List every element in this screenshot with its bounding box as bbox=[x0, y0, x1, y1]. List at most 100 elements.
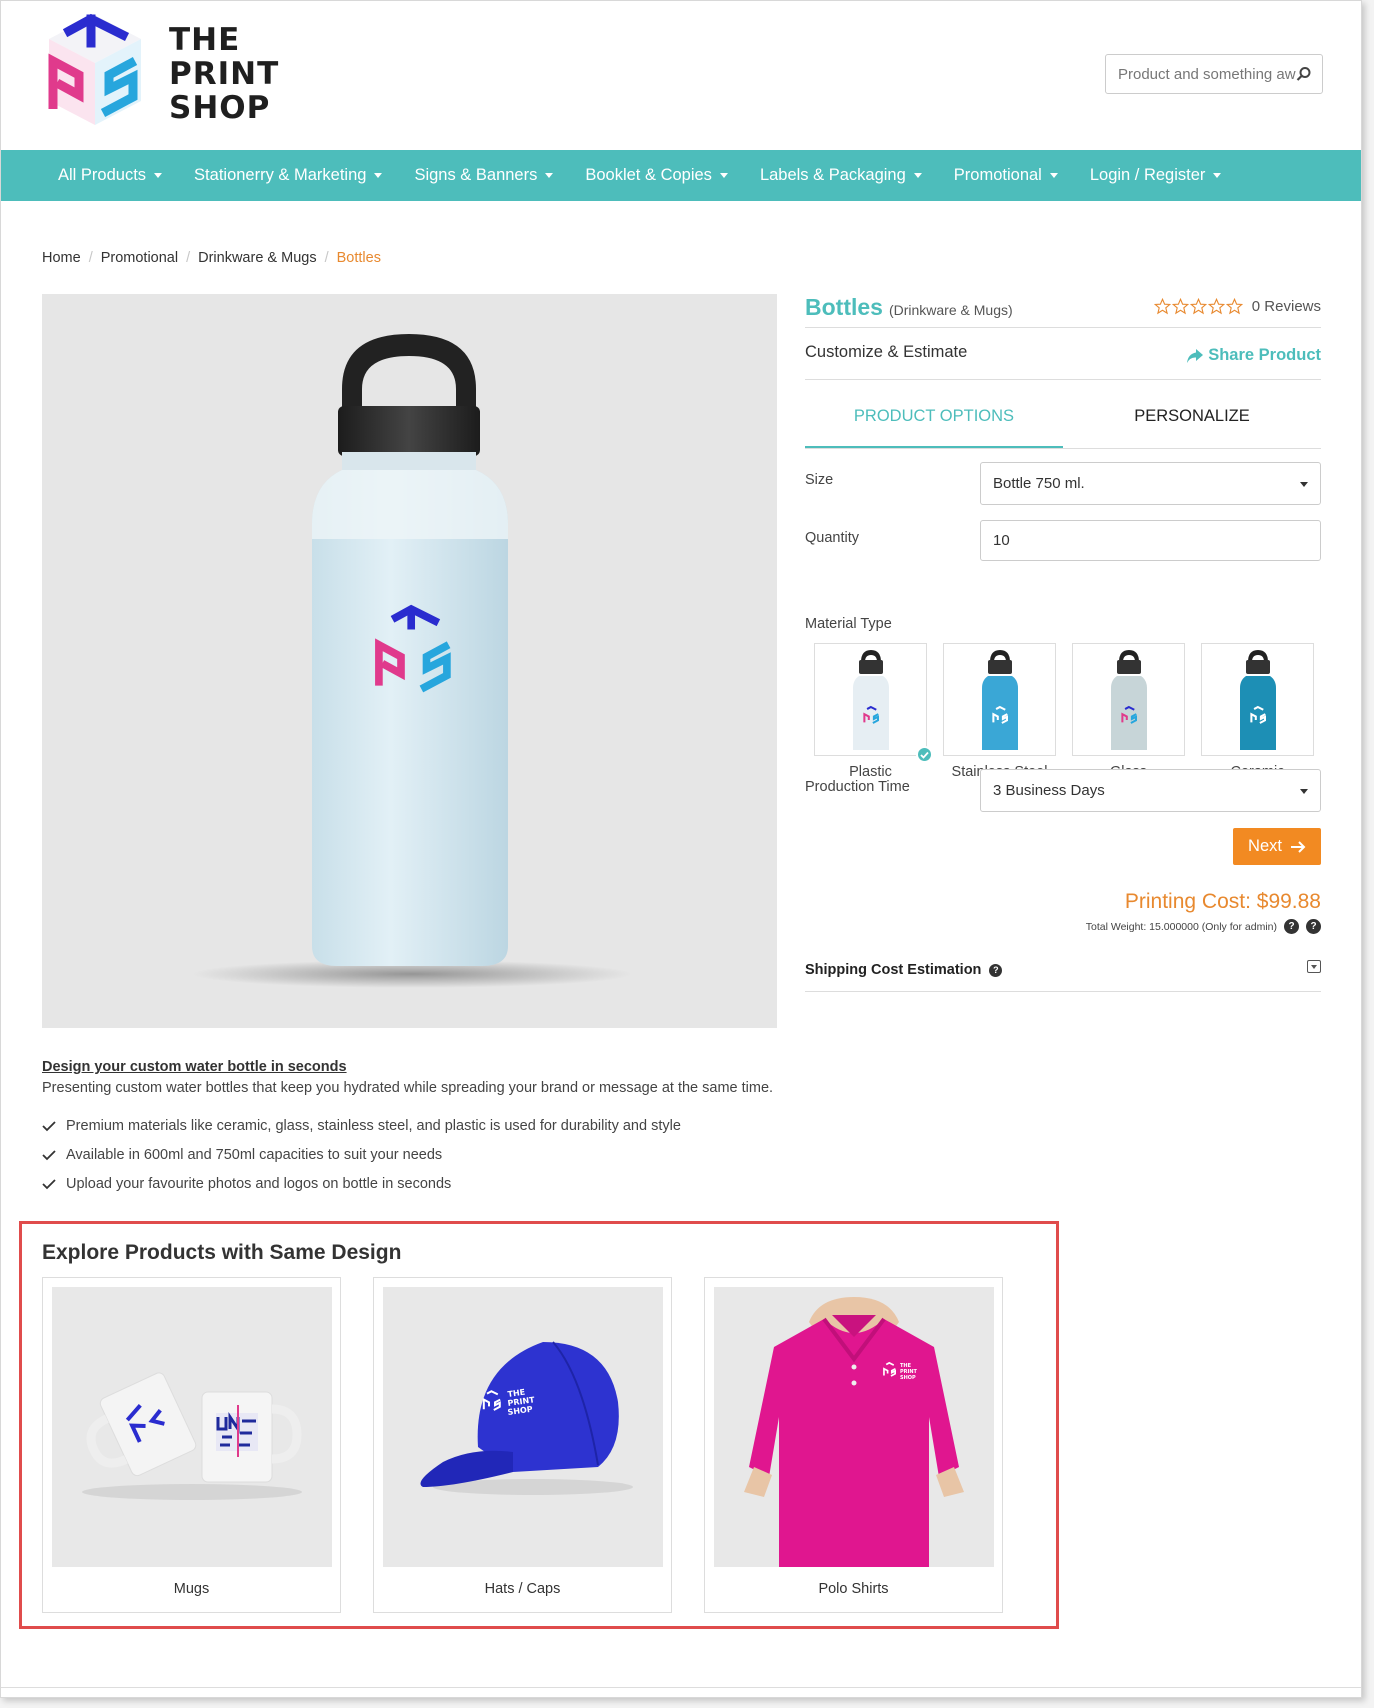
logo-line-2: PRINT bbox=[169, 56, 280, 92]
footer-divider bbox=[1, 1687, 1361, 1688]
arrow-right-icon bbox=[1290, 840, 1306, 853]
product-card-polo-shirts[interactable]: THE PRINT SHOP Polo Shirts bbox=[704, 1277, 1003, 1613]
material-option-glass[interactable]: Glass bbox=[1072, 643, 1185, 780]
production-time-row: Production Time 3 Business Days bbox=[805, 769, 1321, 827]
nav-label: Labels & Packaging bbox=[759, 166, 906, 184]
nav-label: All Products bbox=[58, 166, 147, 184]
rating[interactable]: 0 Reviews bbox=[1153, 298, 1321, 315]
breadcrumb-current: Bottles bbox=[336, 250, 381, 266]
next-button[interactable]: Next bbox=[1233, 828, 1321, 865]
star-icon bbox=[1225, 298, 1243, 315]
breadcrumb: Home / Promotional / Drinkware & Mugs / … bbox=[42, 250, 381, 266]
search-icon[interactable] bbox=[1296, 66, 1312, 82]
search-input[interactable]: Product and something awesome bbox=[1105, 54, 1323, 94]
chevron-down-icon bbox=[1300, 482, 1308, 487]
breadcrumb-separator: / bbox=[186, 250, 191, 266]
material-type-section: Material Type Plastic bbox=[805, 616, 1321, 780]
size-label: Size bbox=[805, 472, 834, 488]
material-thumb bbox=[814, 643, 933, 763]
breadcrumb-drinkware[interactable]: Drinkware & Mugs bbox=[198, 250, 316, 266]
star-icon bbox=[1189, 298, 1207, 315]
plastic-bottle-icon bbox=[852, 649, 889, 750]
production-time-select[interactable]: 3 Business Days bbox=[980, 769, 1321, 812]
search-placeholder: Product and something awesome bbox=[1118, 65, 1296, 83]
explore-products: Mugs THE PRINT SHOP Hats / Caps THE PRIN… bbox=[42, 1277, 1035, 1613]
shipping-estimation-row[interactable]: Shipping Cost Estimation ? bbox=[805, 956, 1321, 992]
material-thumb bbox=[1201, 643, 1314, 756]
hat-image: THE PRINT SHOP bbox=[383, 1287, 663, 1567]
size-select[interactable]: Bottle 750 ml. bbox=[980, 462, 1321, 505]
nav-label: Stationerry & Marketing bbox=[194, 166, 367, 184]
help-icon[interactable]: ? bbox=[989, 963, 1003, 977]
next-label: Next bbox=[1248, 837, 1282, 855]
logo-icon[interactable] bbox=[39, 13, 151, 135]
customize-label: Customize & Estimate bbox=[805, 343, 968, 361]
nav-booklet-copies[interactable]: Booklet & Copies bbox=[585, 166, 728, 185]
tab-product-options[interactable]: PRODUCT OPTIONS bbox=[805, 393, 1063, 448]
feature-item: Available in 600ml and 750ml capacities … bbox=[42, 1140, 777, 1169]
nav-login-register[interactable]: Login / Register bbox=[1090, 166, 1222, 185]
chevron-down-icon bbox=[1213, 173, 1222, 178]
feature-item: Premium materials like ceramic, glass, s… bbox=[42, 1111, 777, 1140]
nav-label: Promotional bbox=[953, 166, 1042, 184]
selected-check-icon bbox=[916, 746, 933, 763]
breadcrumb-separator: / bbox=[88, 250, 93, 266]
material-option-ceramic[interactable]: Ceramic bbox=[1201, 643, 1314, 780]
product-card-mugs[interactable]: Mugs bbox=[42, 1277, 341, 1613]
option-tabs: PRODUCT OPTIONS PERSONALIZE bbox=[805, 393, 1321, 449]
feature-text: Premium materials like ceramic, glass, s… bbox=[66, 1117, 681, 1134]
nav-promotional[interactable]: Promotional bbox=[954, 166, 1058, 185]
feature-text: Upload your favourite photos and logos o… bbox=[66, 1175, 452, 1192]
chevron-down-icon bbox=[1300, 789, 1308, 794]
glass-bottle-icon bbox=[1110, 649, 1147, 750]
quantity-label: Quantity bbox=[805, 530, 859, 546]
production-time-label: Production Time bbox=[805, 779, 910, 795]
nav-stationery-marketing[interactable]: Stationerry & Marketing bbox=[194, 166, 383, 185]
nav-all-products[interactable]: All Products bbox=[58, 166, 163, 185]
steel-bottle-icon bbox=[981, 649, 1018, 750]
star-icon bbox=[1153, 298, 1171, 315]
product-category: (Drinkware & Mugs) bbox=[888, 302, 1013, 318]
nav-labels-packaging[interactable]: Labels & Packaging bbox=[760, 166, 922, 185]
product-title: Bottles bbox=[805, 294, 883, 320]
expand-toggle-icon[interactable] bbox=[1307, 960, 1321, 973]
product-card-hats-caps[interactable]: THE PRINT SHOP Hats / Caps bbox=[373, 1277, 672, 1613]
ceramic-bottle-icon bbox=[1239, 649, 1276, 750]
explore-title: Explore Products with Same Design bbox=[42, 1241, 402, 1264]
printing-cost: Printing Cost: $99.88 bbox=[1124, 890, 1321, 913]
star-rating bbox=[1153, 298, 1244, 315]
quantity-row: Quantity 10 bbox=[805, 520, 1321, 578]
product-description: Design your custom water bottle in secon… bbox=[42, 1059, 777, 1198]
tab-personalize[interactable]: PERSONALIZE bbox=[1063, 393, 1321, 448]
share-product-link[interactable]: Share Product bbox=[1186, 346, 1321, 365]
material-options: Plastic Stainless Steel bbox=[814, 643, 1321, 780]
nav-signs-banners[interactable]: Signs & Banners bbox=[414, 166, 554, 185]
size-value: Bottle 750 ml. bbox=[993, 475, 1085, 492]
material-type-label: Material Type bbox=[805, 616, 892, 632]
check-icon bbox=[42, 1178, 56, 1189]
card-name: Polo Shirts bbox=[818, 1581, 889, 1597]
production-time-value: 3 Business Days bbox=[993, 782, 1105, 799]
nav-label: Signs & Banners bbox=[414, 166, 538, 184]
quantity-value: 10 bbox=[993, 532, 1010, 549]
material-option-stainless-steel[interactable]: Stainless Steel bbox=[943, 643, 1056, 780]
chevron-down-icon bbox=[913, 173, 922, 178]
logo-text[interactable]: THE PRINT SHOP bbox=[169, 23, 279, 125]
chevron-down-icon bbox=[1049, 173, 1058, 178]
star-icon bbox=[1171, 298, 1189, 315]
product-panel: Bottles (Drinkware & Mugs) 0 Reviews Cus… bbox=[805, 294, 1321, 992]
chevron-down-icon bbox=[719, 173, 728, 178]
quantity-input[interactable]: 10 bbox=[980, 520, 1321, 561]
material-option-plastic[interactable]: Plastic bbox=[814, 643, 933, 780]
material-thumb bbox=[1072, 643, 1185, 756]
product-main-image bbox=[42, 294, 777, 1028]
card-name: Hats / Caps bbox=[484, 1581, 561, 1597]
polo-image: THE PRINT SHOP bbox=[714, 1287, 994, 1567]
breadcrumb-promotional[interactable]: Promotional bbox=[101, 250, 178, 266]
check-icon bbox=[42, 1149, 56, 1160]
help-icon[interactable]: ? bbox=[1306, 919, 1321, 934]
breadcrumb-home[interactable]: Home bbox=[42, 250, 81, 266]
help-icon[interactable]: ? bbox=[1284, 919, 1299, 934]
star-icon bbox=[1207, 298, 1225, 315]
feature-item: Upload your favourite photos and logos o… bbox=[42, 1169, 777, 1198]
